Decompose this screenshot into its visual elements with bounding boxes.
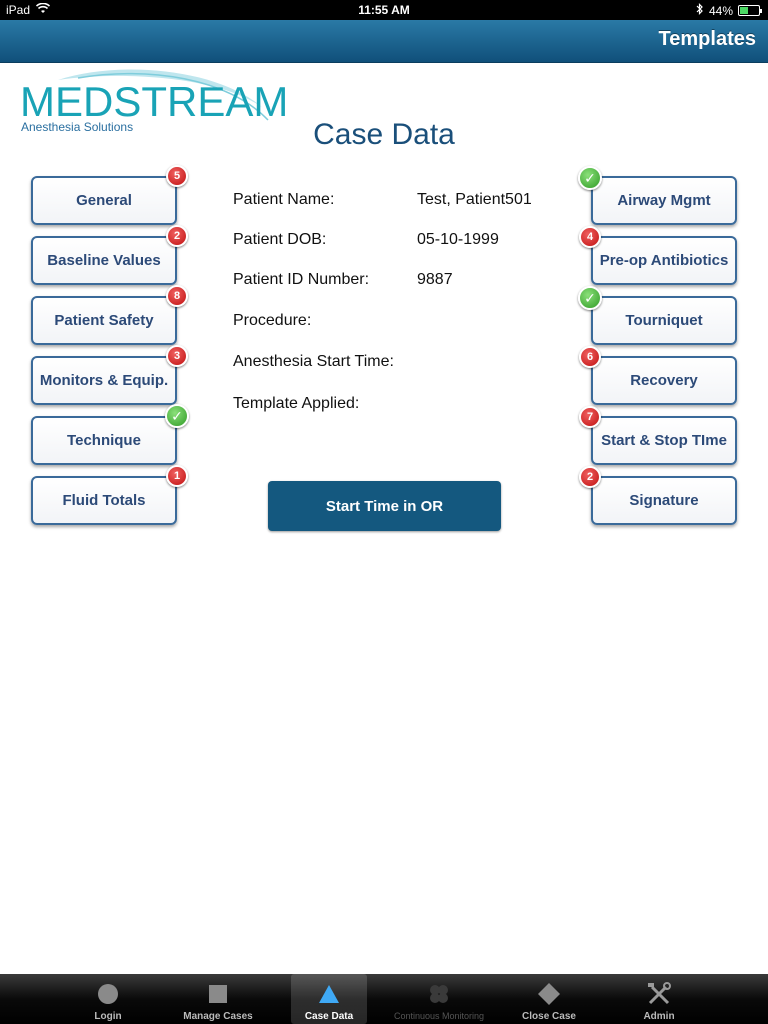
patient-dob-value: 05-10-1999 (417, 231, 499, 248)
tab-login[interactable]: Login (70, 974, 146, 1024)
patient-id-label: Patient ID Number: (233, 271, 370, 288)
button-label: Technique (67, 432, 141, 449)
button-label: Patient Safety (54, 312, 154, 329)
tourniquet-button[interactable]: Tourniquet (591, 296, 737, 345)
airway-mgmt-button[interactable]: Airway Mgmt (591, 176, 737, 225)
recovery-button[interactable]: Recovery (591, 356, 737, 405)
status-time: 11:55 AM (358, 3, 410, 17)
tab-manage-cases[interactable]: Manage Cases (180, 974, 256, 1024)
button-label: Start & Stop TIme (601, 432, 727, 449)
patient-id-value: 9887 (417, 271, 453, 288)
tab-label: Login (94, 1011, 122, 1022)
button-label: General (76, 192, 132, 209)
general-button[interactable]: General (31, 176, 177, 225)
button-label: Airway Mgmt (617, 192, 711, 209)
fluid-totals-button[interactable]: Fluid Totals (31, 476, 177, 525)
button-label: Monitors & Equip. (39, 372, 169, 389)
recovery-count-badge: 6 (579, 346, 601, 368)
button-label: Recovery (630, 372, 698, 389)
patient-name-value: Test, Patient501 (417, 191, 532, 208)
patient-safety-count-badge: 8 (166, 285, 188, 307)
button-label: Pre-op Antibiotics (599, 252, 729, 269)
tools-icon (621, 982, 697, 1006)
battery-percent: 44% (708, 3, 733, 18)
tab-continuous-monitoring[interactable]: Continuous Monitoring (394, 974, 484, 1024)
button-label: Tourniquet (625, 312, 703, 329)
start-stop-time-button[interactable]: Start & Stop TIme (591, 416, 737, 465)
tab-label: Continuous Monitoring (393, 1011, 485, 1021)
diamond-icon (511, 982, 587, 1006)
tab-label: Manage Cases (183, 1011, 253, 1022)
button-label: Fluid Totals (62, 492, 146, 509)
templates-button[interactable]: Templates (659, 28, 756, 51)
tourniquet-check-icon: ✓ (578, 286, 602, 310)
triangle-icon (291, 982, 367, 1006)
start-stop-time-count-badge: 7 (579, 406, 601, 428)
baseline-values-count-badge: 2 (166, 225, 188, 247)
start-time-in-or-button[interactable]: Start Time in OR (268, 481, 501, 531)
button-label: Baseline Values (47, 252, 161, 269)
bluetooth-icon (696, 3, 704, 18)
anesthesia-start-time-label: Anesthesia Start Time: (233, 353, 394, 370)
pre-op-antibiotics-count-badge: 4 (579, 226, 601, 248)
app-screen: iPad 11:55 AM 44% Templates MEDSTREAM An… (0, 0, 768, 1024)
status-right: 44% (696, 3, 762, 18)
battery-fill (740, 7, 748, 14)
tab-bar: Login Manage Cases Case Data Continuous … (0, 974, 768, 1024)
monitors-equip-button[interactable]: Monitors & Equip. (31, 356, 177, 405)
tab-label: Case Data (304, 1011, 354, 1022)
general-count-badge: 5 (166, 165, 188, 187)
button-label: Signature (629, 492, 699, 509)
baseline-values-button[interactable]: Baseline Values (31, 236, 177, 285)
patient-name-label: Patient Name: (233, 191, 335, 208)
patient-safety-button[interactable]: Patient Safety (31, 296, 177, 345)
tab-case-data[interactable]: Case Data (291, 974, 367, 1024)
page-title: Case Data (313, 118, 455, 151)
patient-dob-label: Patient DOB: (233, 231, 327, 248)
technique-button[interactable]: Technique (31, 416, 177, 465)
battery-icon (738, 5, 762, 16)
pre-op-antibiotics-button[interactable]: Pre-op Antibiotics (591, 236, 737, 285)
monitors-equip-count-badge: 3 (166, 345, 188, 367)
circle-icon (70, 982, 146, 1006)
procedure-label: Procedure: (233, 312, 312, 329)
navigation-bar: Templates (0, 20, 768, 63)
clover-icon (401, 982, 477, 1006)
technique-check-icon: ✓ (165, 404, 189, 428)
tab-label: Close Case (522, 1011, 576, 1022)
signature-count-badge: 2 (579, 466, 601, 488)
fluid-totals-count-badge: 1 (166, 465, 188, 487)
status-bar: iPad 11:55 AM 44% (0, 0, 768, 20)
tab-label: Admin (643, 1011, 675, 1022)
signature-button[interactable]: Signature (591, 476, 737, 525)
airway-mgmt-check-icon: ✓ (578, 166, 602, 190)
square-icon (180, 982, 256, 1006)
tab-close-case[interactable]: Close Case (511, 974, 587, 1024)
tab-admin[interactable]: Admin (621, 974, 697, 1024)
template-applied-label: Template Applied: (233, 395, 360, 412)
